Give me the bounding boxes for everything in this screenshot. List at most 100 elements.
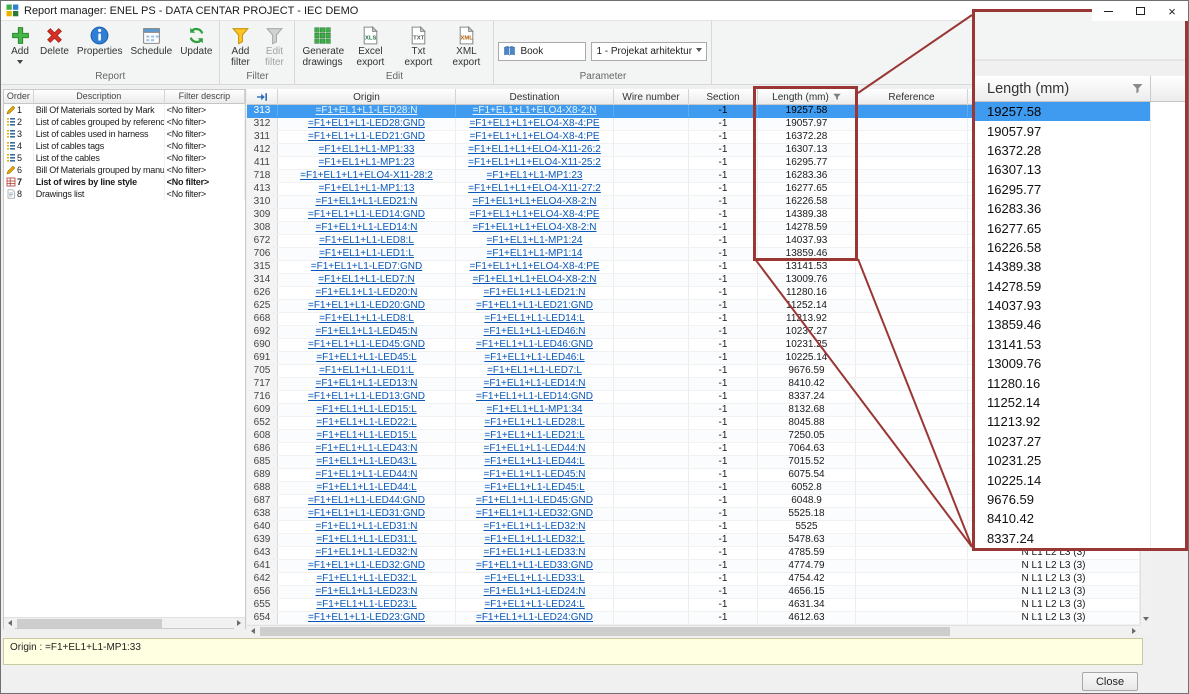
destination-link[interactable]: =F1+EL1+L1-LED32:N: [483, 521, 585, 532]
origin-link[interactable]: =F1+EL1+L1-LED14:N: [315, 222, 417, 233]
destination-link[interactable]: =F1+EL1+L1-LED24:N: [483, 586, 585, 597]
origin-link[interactable]: =F1+EL1+L1-LED28:N: [315, 105, 417, 116]
report-list-column-order[interactable]: Order: [4, 90, 34, 104]
destination-link[interactable]: =F1+EL1+L1-LED33:L: [484, 573, 584, 584]
destination-link[interactable]: =F1+EL1+L1+ELO4-X11-25:2: [468, 157, 601, 168]
origin-link[interactable]: =F1+EL1+L1-LED23:GND: [308, 612, 425, 623]
destination-link[interactable]: =F1+EL1+L1-LED33:GND: [476, 560, 593, 571]
project-combo[interactable]: 1 - Projekat arhitekture: [591, 42, 707, 61]
toolbar-button-add-filter[interactable]: Add filter: [224, 24, 256, 69]
destination-link[interactable]: =F1+EL1+L1-LED21:L: [484, 430, 584, 441]
destination-link[interactable]: =F1+EL1+L1+ELO4-X8-4:PE: [469, 261, 599, 272]
origin-link[interactable]: =F1+EL1+L1-LED31:GND: [308, 508, 425, 519]
origin-link[interactable]: =F1+EL1+L1-LED23:N: [315, 586, 417, 597]
table-row[interactable]: 641=F1+EL1+L1-LED32:GND=F1+EL1+L1-LED33:…: [247, 560, 1151, 573]
report-list-item[interactable]: 5List of the cables<No filter>: [4, 152, 245, 164]
report-list-horizontal-scrollbar[interactable]: [4, 617, 245, 628]
origin-link[interactable]: =F1+EL1+L1-LED44:L: [316, 482, 416, 493]
origin-link[interactable]: =F1+EL1+L1-LED13:N: [315, 378, 417, 389]
toolbar-button-properties[interactable]: Properties: [74, 24, 126, 59]
maximize-button[interactable]: [1124, 1, 1156, 21]
destination-link[interactable]: =F1+EL1+L1-MP1:23: [487, 170, 583, 181]
report-list-item[interactable]: 3List of cables used in harness<No filte…: [4, 128, 245, 140]
scroll-down-icon[interactable]: [1141, 614, 1152, 625]
destination-link[interactable]: =F1+EL1+L1-LED32:L: [484, 534, 584, 545]
report-list-item[interactable]: 4List of cables tags<No filter>: [4, 140, 245, 152]
scroll-left-icon[interactable]: [247, 626, 258, 637]
destination-link[interactable]: =F1+EL1+L1-LED45:N: [483, 469, 585, 480]
origin-link[interactable]: =F1+EL1+L1-LED8:L: [319, 313, 414, 324]
origin-link[interactable]: =F1+EL1+L1-LED28:GND: [308, 118, 425, 129]
destination-link[interactable]: =F1+EL1+L1-LED46:N: [483, 326, 585, 337]
destination-link[interactable]: =F1+EL1+L1-LED21:N: [483, 287, 585, 298]
destination-link[interactable]: =F1+EL1+L1+ELO4-X8-4:PE: [469, 131, 599, 142]
destination-link[interactable]: =F1+EL1+L1-LED28:L: [484, 417, 584, 428]
destination-link[interactable]: =F1+EL1+L1-LED32:GND: [476, 508, 593, 519]
origin-link[interactable]: =F1+EL1+L1-LED45:N: [315, 326, 417, 337]
close-dialog-button[interactable]: Close: [1082, 672, 1138, 691]
origin-link[interactable]: =F1+EL1+L1-LED15:L: [316, 404, 416, 415]
origin-link[interactable]: =F1+EL1+L1-LED1:L: [319, 365, 414, 376]
origin-link[interactable]: =F1+EL1+L1-LED13:GND: [308, 391, 425, 402]
origin-link[interactable]: =F1+EL1+L1-LED44:GND: [308, 495, 425, 506]
destination-link[interactable]: =F1+EL1+L1-LED45:L: [484, 482, 584, 493]
origin-link[interactable]: =F1+EL1+L1-LED43:L: [316, 456, 416, 467]
origin-link[interactable]: =F1+EL1+L1-LED32:N: [315, 547, 417, 558]
origin-link[interactable]: =F1+EL1+L1-LED32:L: [316, 573, 416, 584]
destination-link[interactable]: =F1+EL1+L1-LED45:GND: [476, 495, 593, 506]
destination-link[interactable]: =F1+EL1+L1+ELO4-X8-4:PE: [469, 118, 599, 129]
scrollbar-track[interactable]: [15, 618, 234, 629]
origin-link[interactable]: =F1+EL1+L1-LED14:GND: [308, 209, 425, 220]
destination-link[interactable]: =F1+EL1+L1-LED46:L: [484, 352, 584, 363]
origin-link[interactable]: =F1+EL1+L1-LED22:L: [316, 417, 416, 428]
destination-link[interactable]: =F1+EL1+L1-LED14:N: [483, 378, 585, 389]
origin-link[interactable]: =F1+EL1+L1-LED31:N: [315, 521, 417, 532]
toolbar-button-excel-export[interactable]: XLSExcel export: [347, 24, 393, 69]
scrollbar-track[interactable]: [258, 626, 1129, 637]
destination-link[interactable]: =F1+EL1+L1-LED46:GND: [476, 339, 593, 350]
scrollbar-thumb[interactable]: [260, 627, 950, 636]
origin-link[interactable]: =F1+EL1+L1-LED1:L: [319, 248, 414, 259]
column-header-reference[interactable]: Reference: [856, 89, 968, 105]
destination-link[interactable]: =F1+EL1+L1-LED24:GND: [476, 612, 593, 623]
origin-link[interactable]: =F1+EL1+L1-LED21:N: [315, 196, 417, 207]
destination-link[interactable]: =F1+EL1+L1-LED44:N: [483, 443, 585, 454]
column-header-destination[interactable]: Destination: [456, 89, 614, 105]
column-header-wire-number[interactable]: Wire number: [614, 89, 689, 105]
scroll-right-icon[interactable]: [1129, 626, 1140, 637]
column-header-rownum[interactable]: [247, 89, 278, 105]
toolbar-button-update[interactable]: Update: [177, 24, 215, 59]
destination-link[interactable]: =F1+EL1+L1-LED14:GND: [476, 391, 593, 402]
origin-link[interactable]: =F1+EL1+L1-LED31:L: [316, 534, 416, 545]
toolbar-button-schedule[interactable]: Schedule: [127, 24, 175, 59]
toolbar-button-generate-drawings[interactable]: Generate drawings: [299, 24, 345, 69]
destination-link[interactable]: =F1+EL1+L1+ELO4-X8-2:N: [473, 196, 597, 207]
scroll-right-icon[interactable]: [234, 618, 245, 629]
toolbar-button-txt-export[interactable]: TXTTxt export: [395, 24, 441, 69]
column-header-origin[interactable]: Origin: [278, 89, 456, 105]
origin-link[interactable]: =F1+EL1+L1-LED43:N: [315, 443, 417, 454]
destination-link[interactable]: =F1+EL1+L1+ELO4-X11-27:2: [468, 183, 601, 194]
report-list-item[interactable]: 7List of wires by line style<No filter>: [4, 176, 245, 188]
destination-link[interactable]: =F1+EL1+L1-MP1:14: [487, 248, 583, 259]
table-row[interactable]: 642=F1+EL1+L1-LED32:L=F1+EL1+L1-LED33:L-…: [247, 573, 1151, 586]
origin-link[interactable]: =F1+EL1+L1-LED23:L: [316, 599, 416, 610]
origin-link[interactable]: =F1+EL1+L1-LED20:GND: [308, 300, 425, 311]
table-row[interactable]: 654=F1+EL1+L1-LED23:GND=F1+EL1+L1-LED24:…: [247, 612, 1151, 625]
destination-link[interactable]: =F1+EL1+L1-LED24:L: [484, 599, 584, 610]
origin-link[interactable]: =F1+EL1+L1-MP1:33: [319, 144, 415, 155]
scroll-left-icon[interactable]: [4, 618, 15, 629]
destination-link[interactable]: =F1+EL1+L1-LED44:L: [484, 456, 584, 467]
report-list-item[interactable]: 8Drawings list<No filter>: [4, 188, 245, 200]
column-header-section[interactable]: Section: [689, 89, 758, 105]
origin-link[interactable]: =F1+EL1+L1-LED20:N: [315, 287, 417, 298]
table-row[interactable]: 655=F1+EL1+L1-LED23:L=F1+EL1+L1-LED24:L-…: [247, 599, 1151, 612]
destination-link[interactable]: =F1+EL1+L1+ELO4-X8-2:N: [473, 274, 597, 285]
book-combo[interactable]: Book: [498, 42, 586, 61]
table-row[interactable]: 656=F1+EL1+L1-LED23:N=F1+EL1+L1-LED24:N-…: [247, 586, 1151, 599]
destination-link[interactable]: =F1+EL1+L1-MP1:24: [487, 235, 583, 246]
origin-link[interactable]: =F1+EL1+L1-LED21:GND: [308, 131, 425, 142]
origin-link[interactable]: =F1+EL1+L1-LED32:GND: [308, 560, 425, 571]
origin-link[interactable]: =F1+EL1+L1-MP1:23: [319, 157, 415, 168]
origin-link[interactable]: =F1+EL1+L1-MP1:13: [319, 183, 415, 194]
